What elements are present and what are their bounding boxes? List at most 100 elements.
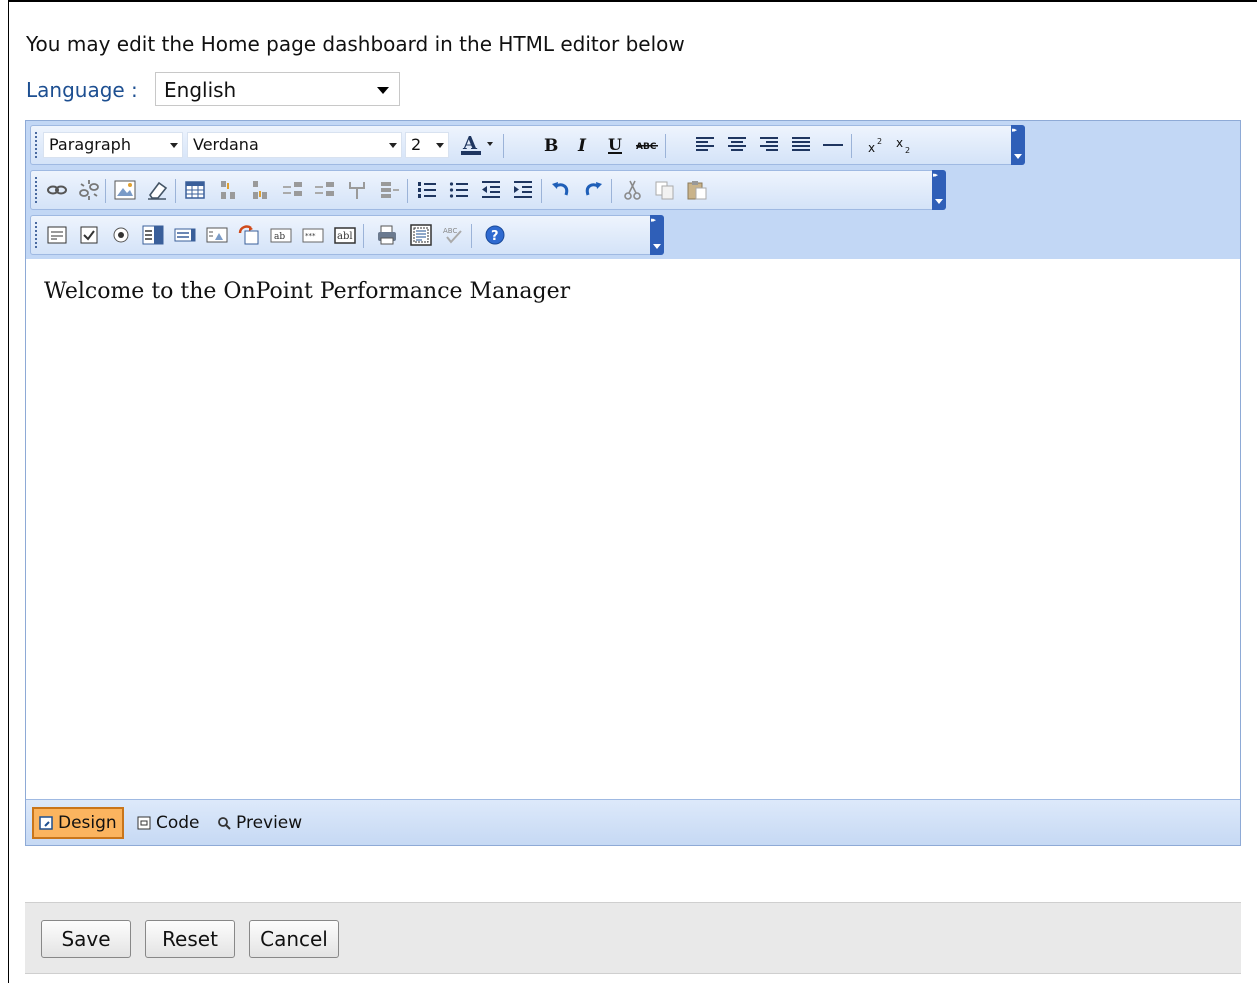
copy-icon[interactable] — [653, 178, 677, 202]
language-select[interactable]: English — [155, 72, 400, 106]
unlink-icon[interactable] — [77, 178, 101, 202]
link-icon[interactable] — [45, 178, 69, 202]
textarea-icon[interactable] — [45, 223, 69, 247]
indent-icon[interactable] — [511, 178, 535, 202]
chevron-down-icon — [436, 143, 444, 148]
font-size-value: 2 — [411, 135, 422, 154]
svg-text:abl: abl — [337, 231, 353, 242]
svg-text:ABC: ABC — [636, 142, 657, 152]
svg-text:ab: ab — [274, 232, 285, 242]
toolbar-separator — [471, 224, 472, 248]
superscript-icon[interactable]: x2 — [865, 133, 889, 157]
reset-button[interactable]: Reset — [145, 920, 235, 958]
split-cell-icon[interactable] — [377, 178, 401, 202]
insert-image-icon[interactable] — [113, 178, 137, 202]
listbox-icon[interactable] — [173, 223, 197, 247]
spellcheck-icon[interactable]: ABC — [441, 223, 465, 247]
toolbar-separator — [665, 134, 666, 158]
form-icon[interactable] — [237, 223, 261, 247]
font-name-dropdown[interactable]: Verdana — [187, 132, 402, 158]
toolbar-separator — [407, 179, 408, 203]
italic-icon[interactable]: I — [571, 133, 595, 157]
toolbar-overflow-icon[interactable] — [1011, 125, 1025, 165]
editor-toolbar-area: Paragraph Verdana 2 A B I U ABC x 2 x 2 … — [26, 121, 1240, 259]
unordered-list-icon[interactable] — [447, 178, 471, 202]
align-right-icon[interactable] — [757, 133, 781, 157]
password-input-icon[interactable]: *** — [301, 223, 325, 247]
toolbar-grip-icon[interactable] — [35, 222, 40, 248]
editor-content-area[interactable]: Welcome to the OnPoint Performance Manag… — [26, 259, 1240, 799]
toolbar-grip-icon[interactable] — [35, 177, 40, 203]
chevron-down-icon — [170, 143, 178, 148]
horizontal-rule-icon[interactable] — [821, 133, 845, 157]
mode-tab-code[interactable]: Code — [132, 807, 205, 839]
mode-tab-code-label: Code — [156, 813, 200, 833]
font-size-dropdown[interactable]: 2 — [405, 132, 449, 158]
merge-cells-icon[interactable] — [345, 178, 369, 202]
svg-text:B: B — [544, 136, 558, 156]
toolbar-overflow-icon[interactable] — [650, 215, 664, 255]
font-name-value: Verdana — [193, 135, 259, 154]
mode-tab-design[interactable]: Design — [32, 807, 124, 839]
language-selected-value: English — [164, 78, 237, 102]
mode-tab-design-label: Design — [58, 813, 117, 833]
paragraph-format-value: Paragraph — [49, 135, 131, 154]
ordered-list-icon[interactable] — [415, 178, 439, 202]
save-button[interactable]: Save — [41, 920, 131, 958]
mode-tab-preview[interactable]: Preview — [212, 807, 307, 839]
select-list-icon[interactable] — [141, 223, 165, 247]
strikethrough-icon[interactable]: ABC — [635, 133, 659, 157]
subscript-icon[interactable]: x2 — [893, 133, 917, 157]
svg-text:U: U — [608, 135, 622, 154]
svg-text:***: *** — [305, 232, 316, 240]
insert-table-icon[interactable] — [183, 178, 207, 202]
insert-row-below-icon[interactable] — [249, 178, 273, 202]
eraser-icon[interactable] — [145, 178, 169, 202]
paste-icon[interactable] — [685, 178, 709, 202]
align-center-icon[interactable] — [725, 133, 749, 157]
toolbar-row-insert — [30, 170, 946, 210]
svg-text:I: I — [577, 136, 587, 156]
html-editor: Paragraph Verdana 2 A B I U ABC x 2 x 2 … — [25, 120, 1241, 846]
cut-icon[interactable] — [621, 178, 645, 202]
text-input-icon[interactable]: ab — [269, 223, 293, 247]
language-label: Language : — [26, 78, 138, 102]
radio-icon[interactable] — [109, 223, 133, 247]
align-left-icon[interactable] — [693, 133, 717, 157]
outdent-icon[interactable] — [479, 178, 503, 202]
toolbar-separator — [105, 179, 106, 203]
undo-icon[interactable] — [549, 178, 573, 202]
help-icon[interactable]: ? — [483, 223, 507, 247]
underline-icon[interactable]: U — [603, 133, 627, 157]
toolbar-separator — [363, 224, 364, 248]
design-icon — [39, 816, 53, 830]
toolbar-grip-icon[interactable] — [35, 132, 40, 158]
hidden-field-icon[interactable]: abl — [333, 223, 357, 247]
toolbar-separator — [541, 179, 542, 203]
insert-row-above-icon[interactable] — [217, 178, 241, 202]
form-action-bar: Save Reset Cancel — [25, 902, 1241, 974]
svg-text:x: x — [896, 136, 903, 150]
toolbar-separator — [611, 179, 612, 203]
mode-tab-preview-label: Preview — [236, 813, 303, 833]
insert-column-right-icon[interactable] — [313, 178, 337, 202]
print-icon[interactable] — [375, 223, 399, 247]
toolbar-separator — [503, 134, 504, 158]
chevron-down-icon — [389, 143, 397, 148]
align-justify-icon[interactable] — [789, 133, 813, 157]
redo-icon[interactable] — [581, 178, 605, 202]
editor-mode-bar: Design Code Preview — [26, 799, 1240, 845]
font-color-icon[interactable]: A — [459, 133, 499, 157]
svg-text:?: ? — [491, 229, 499, 244]
insert-column-left-icon[interactable] — [281, 178, 305, 202]
toolbar-overflow-icon[interactable] — [932, 170, 946, 210]
checkbox-icon[interactable] — [77, 223, 101, 247]
magnifier-icon — [218, 817, 231, 830]
select-all-icon[interactable] — [409, 223, 433, 247]
paragraph-format-dropdown[interactable]: Paragraph — [43, 132, 183, 158]
bold-icon[interactable]: B — [539, 133, 563, 157]
image-button-icon[interactable] — [205, 223, 229, 247]
cancel-button[interactable]: Cancel — [249, 920, 339, 958]
toolbar-row-forms: ab *** abl ABC ? — [30, 215, 664, 255]
editor-content-text[interactable]: Welcome to the OnPoint Performance Manag… — [44, 279, 570, 304]
